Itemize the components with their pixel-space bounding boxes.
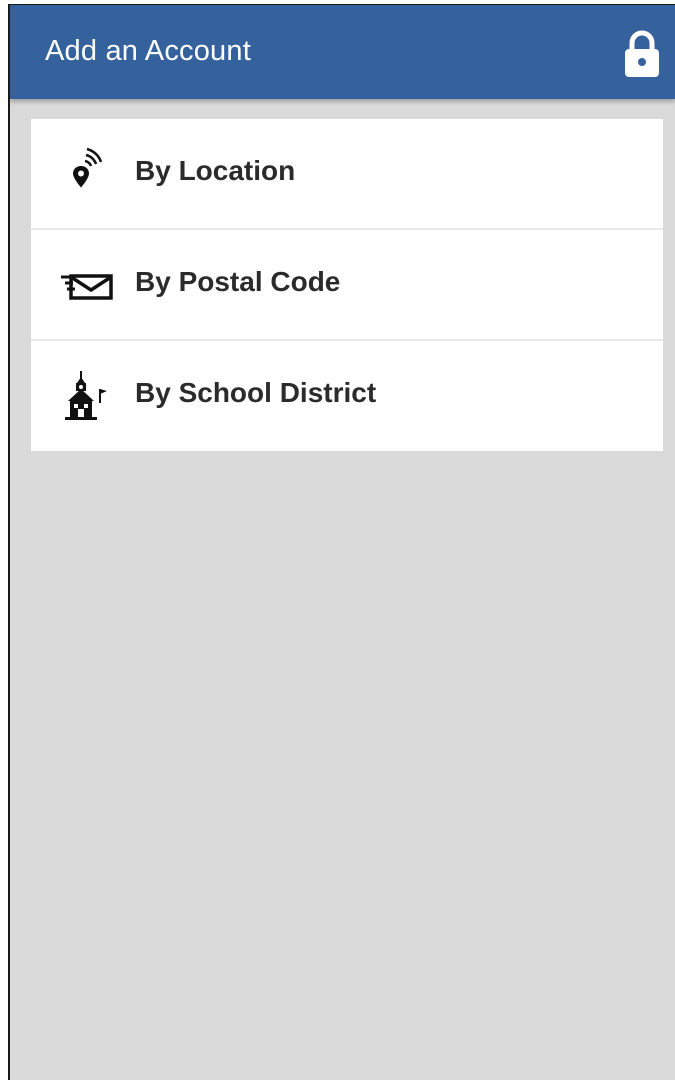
option-label: By Postal Code [135, 266, 341, 297]
option-label: By School District [135, 377, 377, 408]
envelope-icon [57, 256, 117, 312]
app-screen: Add an Account By Location By Postal Cod… [8, 4, 675, 1080]
option-by-location[interactable]: By Location [31, 119, 663, 230]
schoolhouse-icon [57, 367, 117, 423]
account-option-list: By Location By Postal Code By School Dis… [31, 119, 663, 451]
lock-icon[interactable] [622, 30, 662, 78]
option-by-postal-code[interactable]: By Postal Code [31, 230, 663, 341]
location-signal-icon [57, 145, 117, 201]
page-title: Add an Account [45, 35, 251, 67]
option-by-school-district[interactable]: By School District [31, 341, 663, 451]
option-label: By Location [135, 155, 296, 186]
app-bar: Add an Account [10, 5, 675, 99]
